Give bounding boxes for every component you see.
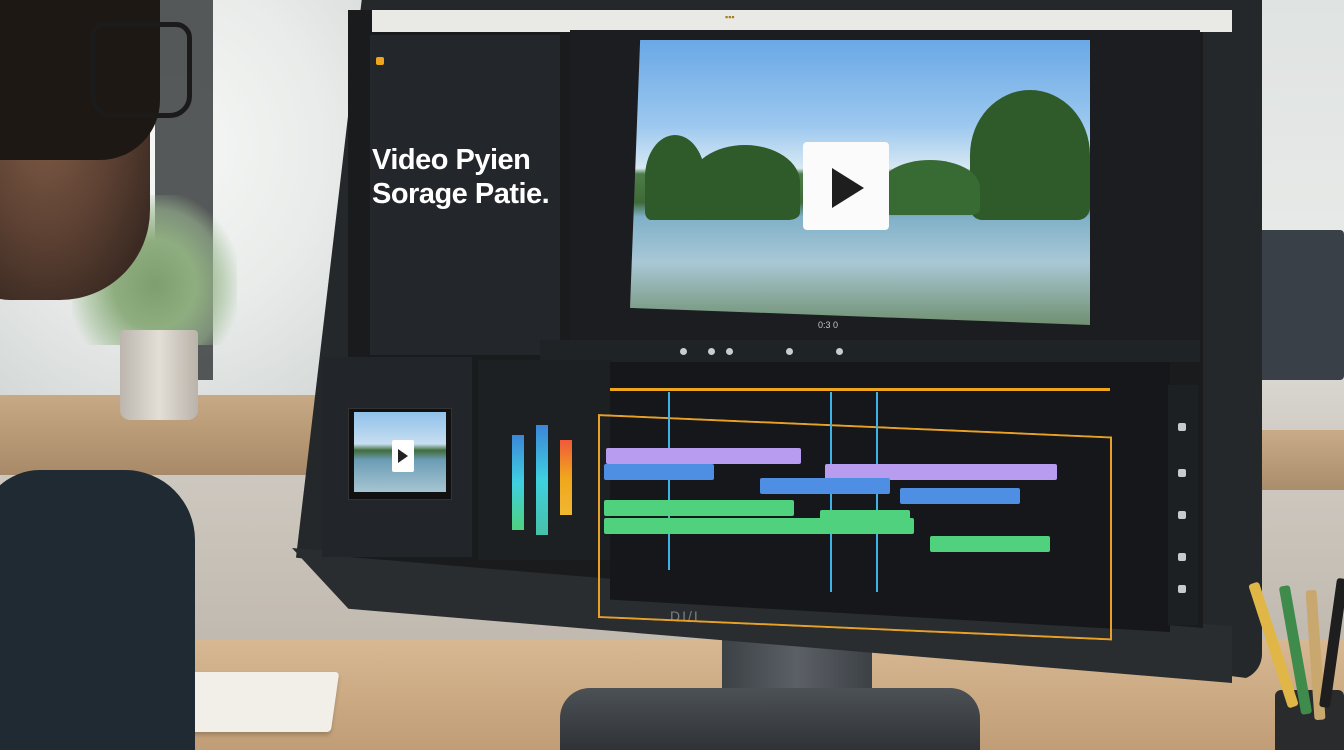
plant-pot: [120, 330, 198, 420]
hills: [880, 160, 980, 215]
marker-line-1[interactable]: [668, 392, 670, 570]
tree-group: [690, 145, 800, 220]
clip-blue-3[interactable]: [900, 488, 1020, 504]
panel-title: Video Pyien Sorage Patie.: [372, 143, 562, 211]
monitor-stand-base: [560, 688, 980, 750]
rewind-icon[interactable]: [680, 348, 687, 355]
glasses: [90, 22, 192, 118]
timecode: 0:3 0: [818, 320, 839, 330]
play-range-bar[interactable]: [610, 388, 1110, 391]
folder-icon: [376, 57, 384, 65]
meter-3: [560, 440, 572, 515]
tool-icon-4[interactable]: [1178, 553, 1186, 561]
timeline-tools: [1168, 385, 1198, 625]
clip-blue-1[interactable]: [604, 464, 714, 480]
meter-2: [536, 425, 548, 535]
clip-green-1[interactable]: [604, 500, 794, 516]
tool-icon-3[interactable]: [1178, 511, 1186, 519]
step-back-icon[interactable]: [708, 348, 715, 355]
app-titlebar: [372, 10, 1232, 32]
play-icon-small: [398, 449, 408, 463]
tool-icon-1[interactable]: [1178, 423, 1186, 431]
clip-green-3[interactable]: [604, 518, 914, 534]
tree-right: [970, 90, 1090, 220]
clip-green-4[interactable]: [930, 536, 1050, 552]
meter-1: [512, 435, 524, 530]
tool-icon-2[interactable]: [1178, 469, 1186, 477]
clip-blue-2[interactable]: [760, 478, 890, 494]
transport-controls: [540, 340, 1200, 362]
person-body: [0, 470, 195, 750]
panel-title-line-1: Video Pyien: [372, 144, 531, 176]
clip-purple-1[interactable]: [606, 448, 801, 464]
play-small-icon[interactable]: [786, 348, 793, 355]
titlebar-indicator: ▪▪▪: [725, 12, 735, 22]
tool-icon-5[interactable]: [1178, 585, 1186, 593]
panel-title-line-2: Sorage Patie.: [372, 178, 550, 210]
play-icon: [832, 168, 864, 208]
loop-icon[interactable]: [836, 348, 843, 355]
stop-icon[interactable]: [726, 348, 733, 355]
